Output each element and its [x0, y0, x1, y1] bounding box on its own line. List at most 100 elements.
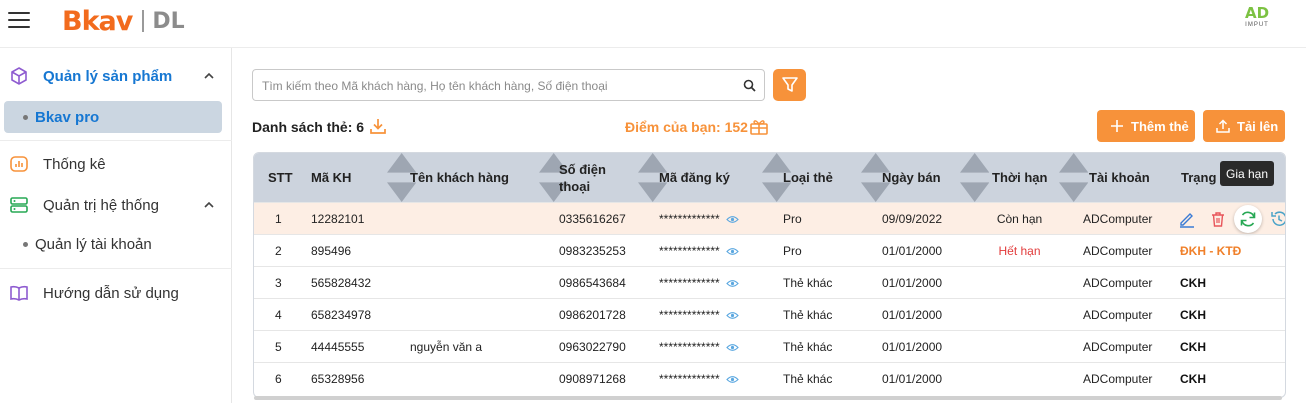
sidebar-item-label: Quản lý sản phẩm: [43, 67, 173, 85]
masked-code: *************: [659, 372, 720, 386]
status-badge: ĐKH - KTĐ: [1180, 244, 1242, 258]
cell-account: ADComputer: [1083, 308, 1153, 322]
history-icon[interactable]: [1269, 209, 1286, 229]
cell-stt: 1: [275, 212, 282, 226]
sidebar-item-label: Quản lý tài khoản: [35, 235, 152, 253]
search-icon[interactable]: [743, 79, 756, 92]
masked-code: *************: [659, 212, 720, 226]
sidebar-divider: [0, 268, 232, 269]
add-card-button[interactable]: Thêm thẻ: [1097, 110, 1195, 142]
chart-icon: [10, 156, 28, 172]
filter-button[interactable]: [773, 69, 806, 101]
cell-sale-date: 01/01/2000: [882, 340, 943, 354]
table-row[interactable]: 6 65328956 0908971268 ************* Thẻ …: [254, 362, 1285, 395]
status-badge: CKH: [1180, 340, 1206, 354]
cell-card-type: Thẻ khác: [783, 308, 833, 322]
logo-divider: [142, 10, 145, 32]
cube-icon: [11, 67, 27, 85]
sidebar-item-bkav-pro[interactable]: Bkav pro: [4, 101, 222, 133]
table-row[interactable]: 1 12282101 0335616267 ************* Pro …: [254, 202, 1286, 234]
filter-icon: [781, 77, 798, 92]
cell-customer-id: 44445555: [311, 340, 365, 354]
column-header-card-type[interactable]: Loại thẻ: [783, 153, 853, 202]
edit-icon[interactable]: [1177, 209, 1197, 229]
cell-stt: 2: [275, 244, 282, 258]
masked-code: *************: [659, 340, 720, 354]
sidebar-divider: [0, 140, 232, 141]
cell-stt: 4: [275, 308, 282, 322]
partner-logo-main: AD: [1244, 4, 1270, 22]
plus-icon: [1111, 120, 1123, 132]
top-header: Bkav DL AD IMPUT: [0, 0, 1306, 48]
cell-customer-id: 65328956: [311, 372, 365, 386]
cell-card-type: Thẻ khác: [783, 372, 833, 386]
cell-registration-code: *************: [659, 299, 739, 331]
sidebar-item-label: Bkav pro: [35, 108, 100, 126]
cell-stt: 3: [275, 276, 282, 290]
eye-icon[interactable]: [725, 279, 739, 288]
column-header-account[interactable]: Tài khoản: [1089, 153, 1159, 202]
eye-icon[interactable]: [725, 343, 739, 352]
card-list-count: Danh sách thẻ: 6: [252, 119, 365, 135]
table-row[interactable]: 2 895496 0983235253 ************* Pro 01…: [254, 234, 1285, 267]
status-badge: CKH: [1180, 308, 1206, 322]
bkav-logo[interactable]: Bkav DL: [62, 4, 185, 38]
sort-icon[interactable]: [1059, 153, 1089, 202]
cell-card-type: Thẻ khác: [783, 340, 833, 354]
column-header-registration-code[interactable]: Mã đăng ký: [659, 153, 749, 202]
column-header-phone[interactable]: Số điện thoại: [559, 153, 629, 202]
table-row[interactable]: 4 658234978 0986201728 ************* Thẻ…: [254, 298, 1285, 331]
sort-icon[interactable]: [960, 153, 990, 202]
cell-phone: 0908971268: [559, 372, 626, 386]
sidebar-item-account-management[interactable]: Quản lý tài khoản: [4, 228, 222, 260]
eye-icon[interactable]: [725, 375, 739, 384]
cell-card-type: Pro: [783, 244, 802, 258]
cell-term: Còn hạn: [996, 212, 1043, 226]
cell-sale-date: 01/01/2000: [882, 372, 943, 386]
cell-sale-date: 01/01/2000: [882, 244, 943, 258]
column-header-sale-date[interactable]: Ngày bán: [882, 153, 952, 202]
cell-registration-code: *************: [659, 235, 739, 267]
upload-button[interactable]: Tải lên: [1203, 110, 1285, 142]
bullet-icon: [23, 114, 28, 120]
eye-icon[interactable]: [725, 247, 739, 256]
horizontal-scrollbar[interactable]: [254, 396, 1282, 400]
sidebar-item-label: Hướng dẫn sử dụng: [43, 284, 179, 302]
renew-tooltip: Gia hạn: [1220, 161, 1274, 186]
delete-icon[interactable]: [1208, 209, 1228, 229]
sidebar-item-system-admin[interactable]: Quản trị hệ thống: [0, 185, 232, 225]
upload-label: Tải lên: [1237, 118, 1279, 134]
sidebar: Quản lý sản phẩm Bkav pro Thống kê Quản …: [0, 48, 232, 403]
column-header-stt[interactable]: STT: [268, 153, 298, 202]
table-row[interactable]: 3 565828432 0986543684 ************* Thẻ…: [254, 266, 1285, 299]
eye-icon[interactable]: [725, 215, 739, 224]
cell-registration-code: *************: [659, 267, 739, 299]
renew-button[interactable]: [1234, 205, 1262, 233]
cell-customer-id: 658234978: [311, 308, 372, 322]
eye-icon[interactable]: [725, 311, 739, 320]
sidebar-item-statistics[interactable]: Thống kê: [0, 144, 232, 184]
column-header-term[interactable]: Thời hạn: [992, 153, 1052, 202]
masked-code: *************: [659, 276, 720, 290]
cell-customer-id: 12282101: [311, 212, 365, 226]
cell-sale-date: 09/09/2022: [882, 212, 943, 226]
hamburger-menu-icon[interactable]: [8, 12, 30, 30]
renew-icon: [1240, 211, 1256, 227]
book-icon: [10, 285, 28, 301]
cell-account: ADComputer: [1083, 340, 1153, 354]
chevron-up-icon: [204, 72, 214, 79]
search-box[interactable]: [252, 69, 765, 101]
add-card-label: Thêm thẻ: [1131, 118, 1189, 134]
column-header-customer-id[interactable]: Mã KH: [311, 153, 371, 202]
sidebar-item-user-guide[interactable]: Hướng dẫn sử dụng: [0, 273, 232, 313]
masked-code: *************: [659, 244, 720, 258]
search-input[interactable]: [262, 77, 732, 95]
table-row[interactable]: 5 44445555 nguyễn văn a 0963022790 *****…: [254, 330, 1285, 362]
points-label: Điểm của bạn: 152: [625, 119, 748, 135]
cell-registration-code: *************: [659, 363, 739, 395]
sidebar-item-label: Quản trị hệ thống: [43, 196, 159, 214]
sidebar-item-label: Thống kê: [43, 155, 106, 173]
download-icon[interactable]: [369, 117, 387, 135]
sidebar-item-product-management[interactable]: Quản lý sản phẩm: [0, 56, 232, 96]
column-header-customer-name[interactable]: Tên khách hàng: [410, 153, 520, 202]
